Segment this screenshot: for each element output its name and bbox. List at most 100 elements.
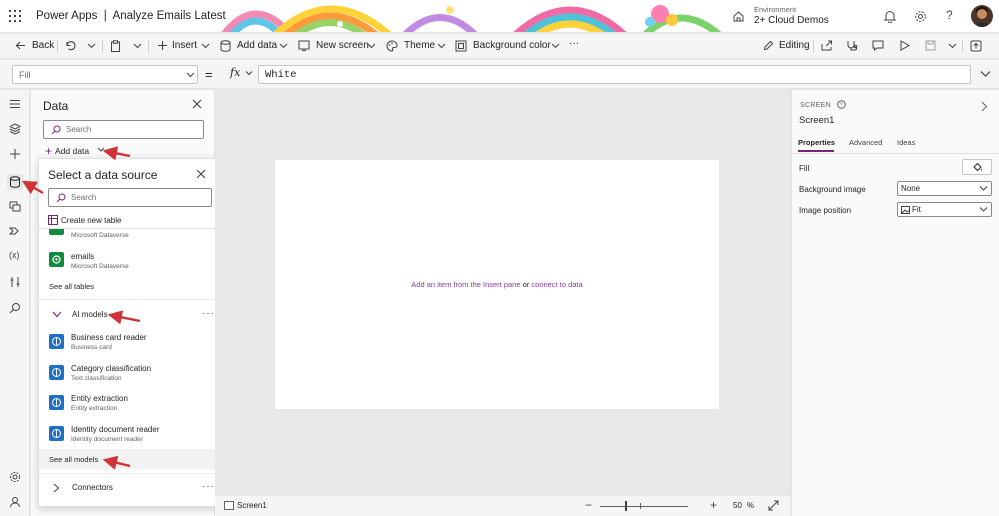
comment-icon[interactable] bbox=[872, 40, 884, 51]
publish-icon[interactable] bbox=[970, 40, 982, 52]
chevron-down-icon[interactable] bbox=[367, 40, 376, 51]
more-button[interactable]: ··· bbox=[569, 38, 579, 49]
waffle-icon[interactable] bbox=[9, 10, 21, 22]
play-icon[interactable] bbox=[899, 40, 910, 51]
chevron-down-icon[interactable] bbox=[551, 40, 560, 51]
connectors-section-header[interactable]: Connectors ··· bbox=[39, 480, 220, 496]
data-icon[interactable] bbox=[7, 174, 23, 190]
insert-button[interactable]: Insert bbox=[172, 40, 197, 51]
share-icon[interactable] bbox=[821, 40, 833, 51]
chevron-down-icon[interactable] bbox=[437, 40, 446, 51]
database-icon[interactable] bbox=[220, 40, 231, 52]
fill-color-picker[interactable] bbox=[962, 159, 992, 175]
more-options-button[interactable]: ··· bbox=[202, 481, 215, 492]
see-all-models-link[interactable]: See all models bbox=[49, 455, 98, 464]
fill-label: Fill bbox=[799, 164, 810, 173]
help-icon[interactable]: ? bbox=[946, 8, 953, 22]
background-color-button[interactable]: Background color bbox=[473, 40, 551, 51]
zoom-out-button[interactable]: − bbox=[585, 498, 592, 512]
more-options-button[interactable]: ··· bbox=[202, 308, 215, 319]
app-screen[interactable]: Add an item from the Insert pane or conn… bbox=[275, 160, 719, 409]
insert-pane-link[interactable]: Add an item from the Insert pane bbox=[411, 280, 520, 289]
add-data-button[interactable]: Add data bbox=[237, 40, 277, 51]
data-source-search-input[interactable]: Search bbox=[48, 188, 212, 207]
paste-icon[interactable] bbox=[110, 40, 121, 52]
pencil-icon[interactable] bbox=[763, 40, 774, 51]
chevron-down-icon[interactable] bbox=[948, 40, 957, 51]
background-color-icon[interactable] bbox=[455, 40, 467, 52]
chevron-right-icon[interactable] bbox=[981, 101, 988, 112]
editing-button[interactable]: Editing bbox=[779, 40, 810, 51]
zoom-slider-thumb[interactable] bbox=[625, 501, 627, 511]
fit-to-window-icon[interactable] bbox=[768, 500, 779, 511]
list-item[interactable]: Category classification Text classificat… bbox=[39, 362, 220, 388]
gear-icon[interactable] bbox=[914, 10, 927, 23]
list-item[interactable]: emails Microsoft Dataverse bbox=[39, 249, 220, 275]
product-name[interactable]: Power Apps bbox=[36, 10, 97, 22]
save-icon[interactable] bbox=[925, 40, 936, 51]
avatar[interactable] bbox=[971, 5, 993, 27]
virtual-agent-icon[interactable] bbox=[9, 496, 21, 508]
screen-selector[interactable]: Screen1 bbox=[237, 501, 267, 510]
expand-formula-icon[interactable] bbox=[980, 70, 991, 78]
close-icon[interactable] bbox=[196, 169, 206, 179]
new-screen-button[interactable]: New screen bbox=[316, 40, 369, 51]
advanced-tools-icon[interactable] bbox=[9, 276, 21, 288]
variables-icon[interactable]: (x) bbox=[9, 250, 21, 262]
see-all-tables-link[interactable]: See all tables bbox=[49, 282, 94, 291]
media-icon[interactable] bbox=[9, 200, 21, 212]
list-item-title: emails bbox=[71, 252, 95, 261]
back-arrow-icon[interactable] bbox=[15, 40, 26, 51]
settings-icon[interactable] bbox=[9, 471, 21, 483]
chevron-down-icon[interactable] bbox=[87, 40, 96, 51]
image-position-dropdown[interactable]: Fit bbox=[897, 202, 992, 217]
list-item-title: Category classification bbox=[71, 364, 152, 373]
add-data-button[interactable]: + Add data bbox=[45, 144, 105, 158]
chevron-down-icon[interactable] bbox=[133, 40, 142, 51]
ai-models-section-header[interactable]: AI models ··· bbox=[39, 307, 220, 323]
create-table-button[interactable]: Create new table bbox=[48, 215, 121, 225]
chevron-down-icon[interactable] bbox=[245, 70, 253, 77]
zoom-value[interactable]: 50 bbox=[733, 501, 742, 510]
list-item[interactable]: Entity extraction Entity extraction bbox=[39, 392, 220, 418]
data-search-input[interactable]: Search bbox=[43, 120, 204, 139]
property-dropdown[interactable]: Fill bbox=[12, 65, 198, 84]
zoom-percent: % bbox=[747, 501, 755, 510]
command-bar: Back Insert Add data New screen Theme Ba… bbox=[0, 34, 999, 59]
close-icon[interactable] bbox=[192, 99, 202, 109]
plus-icon[interactable] bbox=[157, 40, 168, 51]
control-name[interactable]: Screen1 bbox=[799, 115, 834, 126]
list-item[interactable]: Business card reader Business card bbox=[39, 331, 220, 357]
bell-icon[interactable] bbox=[884, 10, 896, 23]
tab-advanced[interactable]: Advanced bbox=[849, 138, 882, 147]
chevron-down-icon[interactable] bbox=[201, 40, 210, 51]
search-icon[interactable] bbox=[9, 302, 21, 314]
connect-to-data-link[interactable]: connect to data bbox=[531, 280, 582, 289]
app-title[interactable]: Analyze Emails Latest bbox=[113, 10, 226, 22]
tab-ideas[interactable]: Ideas bbox=[897, 138, 915, 147]
new-screen-icon[interactable] bbox=[298, 40, 310, 51]
insert-icon[interactable] bbox=[9, 148, 21, 160]
hamburger-icon[interactable] bbox=[9, 98, 21, 110]
fx-button[interactable]: fx bbox=[230, 66, 240, 79]
tree-view-icon[interactable] bbox=[9, 123, 21, 135]
zoom-in-button[interactable]: + bbox=[710, 498, 717, 512]
environment-name[interactable]: 2+ Cloud Demos bbox=[754, 15, 829, 26]
undo-icon[interactable] bbox=[65, 40, 76, 51]
power-automate-icon[interactable] bbox=[9, 225, 21, 237]
background-image-dropdown[interactable]: None bbox=[897, 181, 992, 196]
tab-properties[interactable]: Properties bbox=[798, 138, 835, 147]
environment-icon[interactable] bbox=[733, 11, 744, 22]
list-item[interactable]: Microsoft Dataverse bbox=[39, 229, 220, 242]
list-item[interactable]: Identity document reader Identity docume… bbox=[39, 423, 220, 449]
help-icon[interactable]: ? bbox=[837, 100, 847, 109]
palette-icon[interactable] bbox=[386, 40, 398, 52]
see-all-models-row[interactable]: See all models bbox=[39, 449, 220, 469]
stethoscope-icon[interactable] bbox=[846, 40, 858, 52]
theme-button[interactable]: Theme bbox=[404, 40, 435, 51]
formula-input[interactable]: White bbox=[258, 65, 971, 84]
chevron-down-icon[interactable] bbox=[279, 40, 288, 51]
screen-icon[interactable] bbox=[224, 501, 234, 510]
back-button[interactable]: Back bbox=[32, 40, 54, 51]
zoom-slider[interactable] bbox=[600, 506, 688, 507]
